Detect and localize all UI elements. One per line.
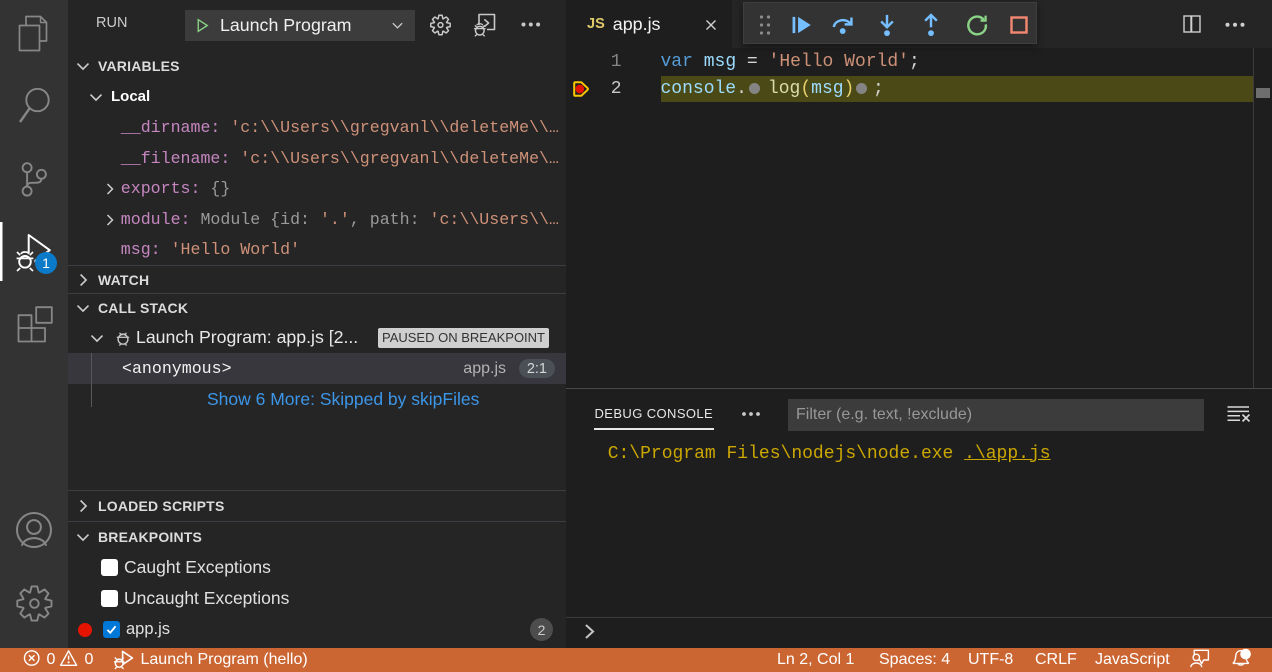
svg-text:1: 1: [42, 255, 50, 271]
